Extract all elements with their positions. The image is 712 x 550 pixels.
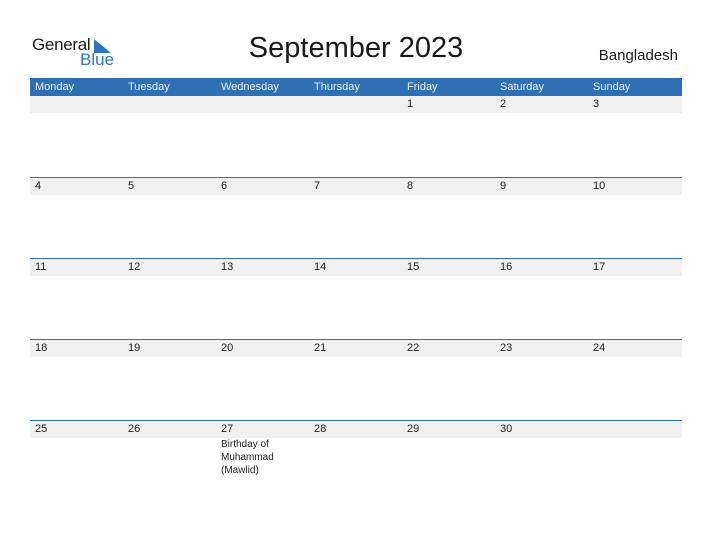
week-row: 4 5 6 7 8 9 10 xyxy=(30,177,682,195)
day-number: 23 xyxy=(500,342,513,354)
date-strip: 1 2 3 xyxy=(30,96,682,113)
day-number: 9 xyxy=(500,180,507,192)
day-number: 19 xyxy=(128,342,141,354)
date-strip: 11 12 13 14 15 16 17 xyxy=(30,259,682,276)
weekday-friday: Friday xyxy=(407,81,438,93)
weekday-header: Monday Tuesday Wednesday Thursday Friday… xyxy=(30,78,682,96)
date-strip: 25 26 27 28 29 30 xyxy=(30,421,682,438)
day-number: 4 xyxy=(35,180,42,192)
weekday-tuesday: Tuesday xyxy=(128,81,170,93)
date-strip: 18 19 20 21 22 23 24 xyxy=(30,340,682,357)
day-number: 8 xyxy=(407,180,414,192)
day-number: 10 xyxy=(593,180,606,192)
holiday-event: Birthday of Muhammad (Mawlid) xyxy=(221,439,274,476)
weekday-thursday: Thursday xyxy=(314,81,360,93)
week-row: 25 26 27 28 29 30 Birthday of Muhammad (Mawlid… xyxy=(30,420,682,477)
day-cell xyxy=(495,438,588,477)
week-row: 1 2 3 xyxy=(30,96,682,113)
day-number: 26 xyxy=(128,423,141,435)
day-number: 25 xyxy=(35,423,48,435)
day-number: 21 xyxy=(314,342,327,354)
day-number xyxy=(30,96,123,113)
day-cell xyxy=(123,438,216,477)
weekday-saturday: Saturday xyxy=(500,81,545,93)
day-number xyxy=(588,421,681,438)
day-number: 3 xyxy=(593,98,600,110)
day-cell xyxy=(402,438,495,477)
day-number: 6 xyxy=(221,180,228,192)
day-number: 17 xyxy=(593,261,606,273)
day-cell xyxy=(309,438,402,477)
day-number xyxy=(216,96,309,113)
day-cell xyxy=(30,438,123,477)
day-number: 13 xyxy=(221,261,234,273)
weekday-wednesday: Wednesday xyxy=(221,81,279,93)
day-number: 2 xyxy=(500,98,507,110)
day-number: 24 xyxy=(593,342,606,354)
country-label: Bangladesh xyxy=(598,47,678,64)
day-number: 14 xyxy=(314,261,327,273)
day-number: 29 xyxy=(407,423,420,435)
week-row: 18 19 20 21 22 23 24 xyxy=(30,339,682,357)
day-number: 22 xyxy=(407,342,420,354)
day-number: 27 xyxy=(221,423,234,435)
day-number: 7 xyxy=(314,180,321,192)
weekday-monday: Monday xyxy=(35,81,75,93)
date-strip: 4 5 6 7 8 9 10 xyxy=(30,178,682,195)
day-number: 12 xyxy=(128,261,141,273)
day-number: 5 xyxy=(128,180,135,192)
day-number: 30 xyxy=(500,423,513,435)
day-number: 15 xyxy=(407,261,420,273)
day-number: 1 xyxy=(407,98,414,110)
day-number xyxy=(123,96,216,113)
day-number: 11 xyxy=(35,261,47,273)
day-cell xyxy=(588,438,681,477)
day-number xyxy=(309,96,402,113)
weekday-sunday: Sunday xyxy=(593,81,631,93)
day-number: 28 xyxy=(314,423,327,435)
week-row: 11 12 13 14 15 16 17 xyxy=(30,258,682,276)
events-row: Birthday of Muhammad (Mawlid) xyxy=(30,438,682,477)
day-number: 16 xyxy=(500,261,513,273)
day-number: 20 xyxy=(221,342,234,354)
day-number: 18 xyxy=(35,342,48,354)
